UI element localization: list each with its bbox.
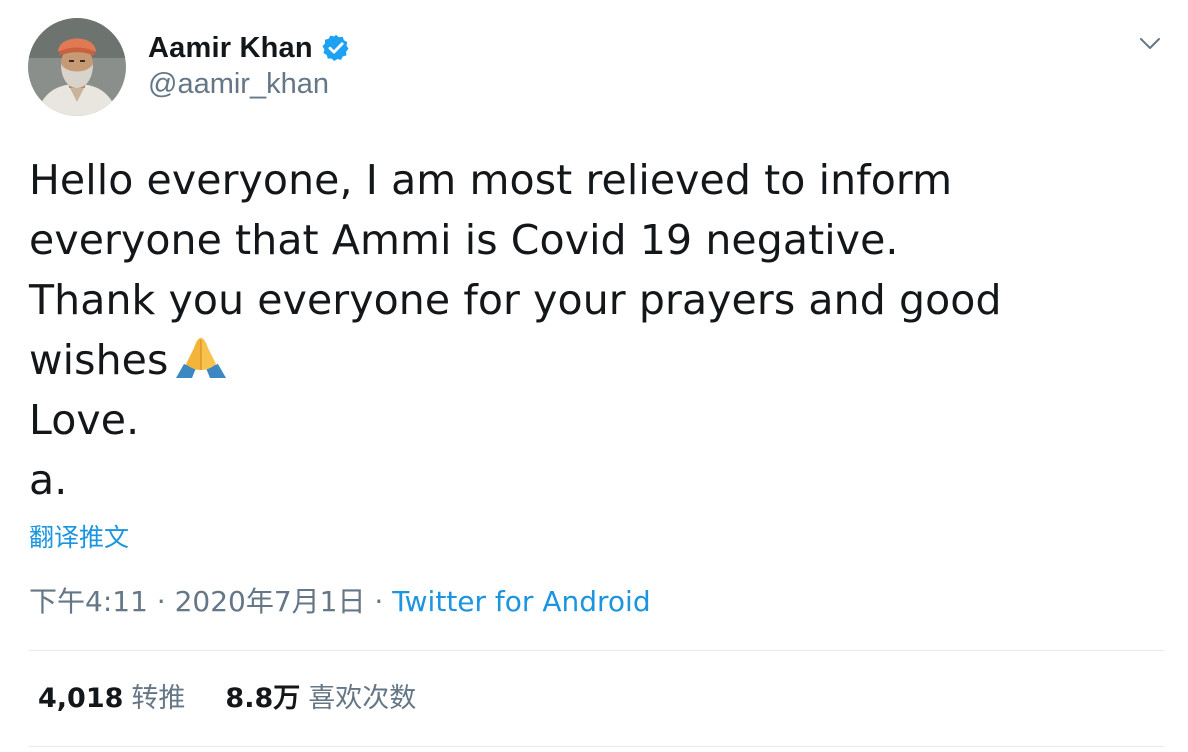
- tweet-text: Hello everyone, I am most relieved to in…: [29, 150, 1159, 510]
- tweet-text-line-with-emoji: wishes: [29, 330, 1159, 390]
- likes-label: 喜欢次数: [308, 683, 417, 714]
- tweet-text-line: Hello everyone, I am most relieved to in…: [29, 156, 953, 204]
- tweet-text-line: everyone that Ammi is Covid 19 negative.: [29, 216, 899, 264]
- divider: [29, 746, 1165, 747]
- tweet-source-link[interactable]: Twitter for Android: [392, 585, 650, 618]
- chevron-down-icon[interactable]: [1138, 36, 1162, 52]
- tweet-stats: 4,018 转推 8.8万 喜欢次数: [38, 676, 416, 715]
- likes-count: 8.8万: [225, 683, 301, 714]
- meta-separator: ·: [147, 585, 175, 618]
- user-name-row[interactable]: Aamir Khan: [148, 28, 351, 68]
- tweet-text-line: a.: [29, 456, 68, 504]
- tweet-text-fragment: wishes: [29, 336, 169, 384]
- display-name[interactable]: Aamir Khan: [148, 32, 313, 65]
- user-handle[interactable]: @aamir_khan: [148, 68, 329, 101]
- retweets-label: 转推: [131, 683, 186, 714]
- verified-badge-icon: [321, 33, 351, 63]
- avatar-image: [28, 18, 126, 116]
- tweet-time[interactable]: 下午4:11: [29, 585, 148, 618]
- translate-tweet-link[interactable]: 翻译推文: [29, 518, 129, 554]
- meta-separator: ·: [365, 585, 393, 618]
- folded-hands-emoji-icon: [172, 334, 230, 380]
- tweet-text-line: Thank you everyone for your prayers and …: [29, 276, 1002, 324]
- retweets-stat[interactable]: 4,018 转推: [38, 676, 185, 715]
- retweets-count: 4,018: [38, 683, 124, 714]
- divider: [29, 650, 1165, 651]
- likes-stat[interactable]: 8.8万 喜欢次数: [225, 676, 416, 715]
- user-avatar[interactable]: [28, 18, 126, 116]
- tweet-card: Aamir Khan @aamir_khan Hello everyone, I…: [0, 0, 1188, 752]
- tweet-date[interactable]: 2020年7月1日: [175, 585, 366, 618]
- tweet-meta: 下午4:11 · 2020年7月1日 · Twitter for Android: [29, 580, 651, 620]
- tweet-text-line: Love.: [29, 396, 140, 444]
